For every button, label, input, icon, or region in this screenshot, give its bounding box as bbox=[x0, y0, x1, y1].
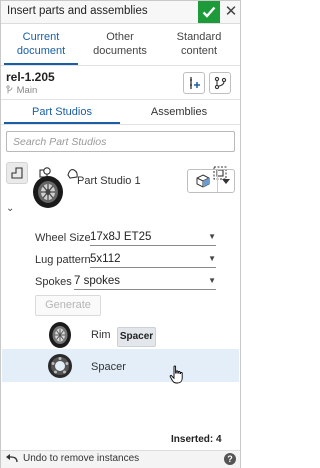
spacer-thumbnail-icon bbox=[45, 350, 77, 382]
config-label: Spokes bbox=[35, 276, 72, 288]
select-value: 17x8J ET25 bbox=[90, 230, 152, 243]
branch-name: Main bbox=[16, 85, 38, 96]
tab-current-document[interactable]: Current document bbox=[4, 27, 78, 65]
close-icon[interactable]: ✕ bbox=[223, 2, 239, 22]
rim-thumbnail-icon bbox=[45, 319, 77, 351]
tab-label-line1: Other bbox=[106, 31, 134, 43]
tab-assemblies[interactable]: Assemblies bbox=[121, 102, 237, 122]
config-label: Wheel Size bbox=[35, 232, 91, 244]
tab-part-studios[interactable]: Part Studios bbox=[4, 102, 120, 122]
insert-point-icon bbox=[190, 77, 200, 89]
config-label: Lug pattern bbox=[35, 254, 91, 266]
branch-icon bbox=[6, 85, 13, 94]
collapse-chevron-icon[interactable]: ⌄ bbox=[6, 203, 14, 214]
tab-label-line2: documents bbox=[93, 45, 147, 57]
part-studio-name[interactable]: Part Studio 1 bbox=[77, 175, 141, 187]
wheel-size-select[interactable]: 17x8J ET25 ▼ bbox=[90, 228, 216, 246]
part-name-spacer[interactable]: Spacer bbox=[91, 361, 126, 373]
inserted-count: Inserted: 4 bbox=[171, 434, 222, 445]
tab-label-line2: content bbox=[180, 45, 218, 57]
tab-standard-content[interactable]: Standard content bbox=[162, 27, 236, 65]
divider bbox=[1, 65, 240, 66]
lug-pattern-select[interactable]: 5x112 ▼ bbox=[90, 250, 216, 268]
dropdown-caret-icon: ▼ bbox=[208, 254, 216, 263]
select-value: 7 spokes bbox=[74, 274, 121, 287]
part-name-rim[interactable]: Rim bbox=[91, 329, 111, 341]
accept-button[interactable] bbox=[198, 1, 220, 23]
check-icon bbox=[202, 6, 216, 18]
select-value: 5x112 bbox=[90, 252, 121, 265]
display-options-control[interactable] bbox=[187, 169, 235, 193]
version-graph-icon bbox=[214, 76, 227, 90]
document-name: rel-1.205 bbox=[6, 70, 55, 84]
branch-label: Main bbox=[6, 85, 37, 96]
generate-button[interactable]: Generate bbox=[35, 295, 101, 316]
search-input[interactable] bbox=[6, 131, 235, 152]
insert-with-config-button[interactable] bbox=[183, 72, 205, 94]
filter-parts-button[interactable] bbox=[6, 162, 28, 184]
dropdown-caret-icon[interactable] bbox=[218, 170, 234, 192]
cube-icon[interactable] bbox=[188, 170, 218, 192]
tab-label-line1: Current bbox=[22, 31, 60, 43]
tab-label-line2: document bbox=[16, 45, 66, 57]
tab-other-documents[interactable]: Other documents bbox=[83, 27, 157, 65]
insert-dialog: Insert parts and assemblies ✕ Current do… bbox=[0, 0, 241, 468]
dropdown-caret-icon: ▼ bbox=[208, 232, 216, 241]
help-icon[interactable]: ? bbox=[224, 453, 236, 465]
dialog-title: Insert parts and assemblies bbox=[7, 5, 148, 17]
dropdown-caret-icon: ▼ bbox=[208, 276, 216, 285]
spokes-select[interactable]: 7 spokes ▼ bbox=[74, 272, 216, 290]
version-branch-button[interactable] bbox=[209, 72, 231, 94]
undo-message: Undo to remove instances bbox=[23, 453, 140, 464]
hand-cursor-icon bbox=[169, 365, 185, 387]
undo-arrow-icon[interactable] bbox=[6, 453, 18, 467]
part-filter-icon bbox=[11, 167, 23, 179]
wheel-thumbnail-icon bbox=[26, 164, 74, 212]
divider bbox=[1, 99, 240, 100]
tab-label-line1: Standard bbox=[176, 31, 222, 43]
divider bbox=[1, 124, 240, 125]
part-tooltip: Spacer bbox=[117, 327, 156, 347]
